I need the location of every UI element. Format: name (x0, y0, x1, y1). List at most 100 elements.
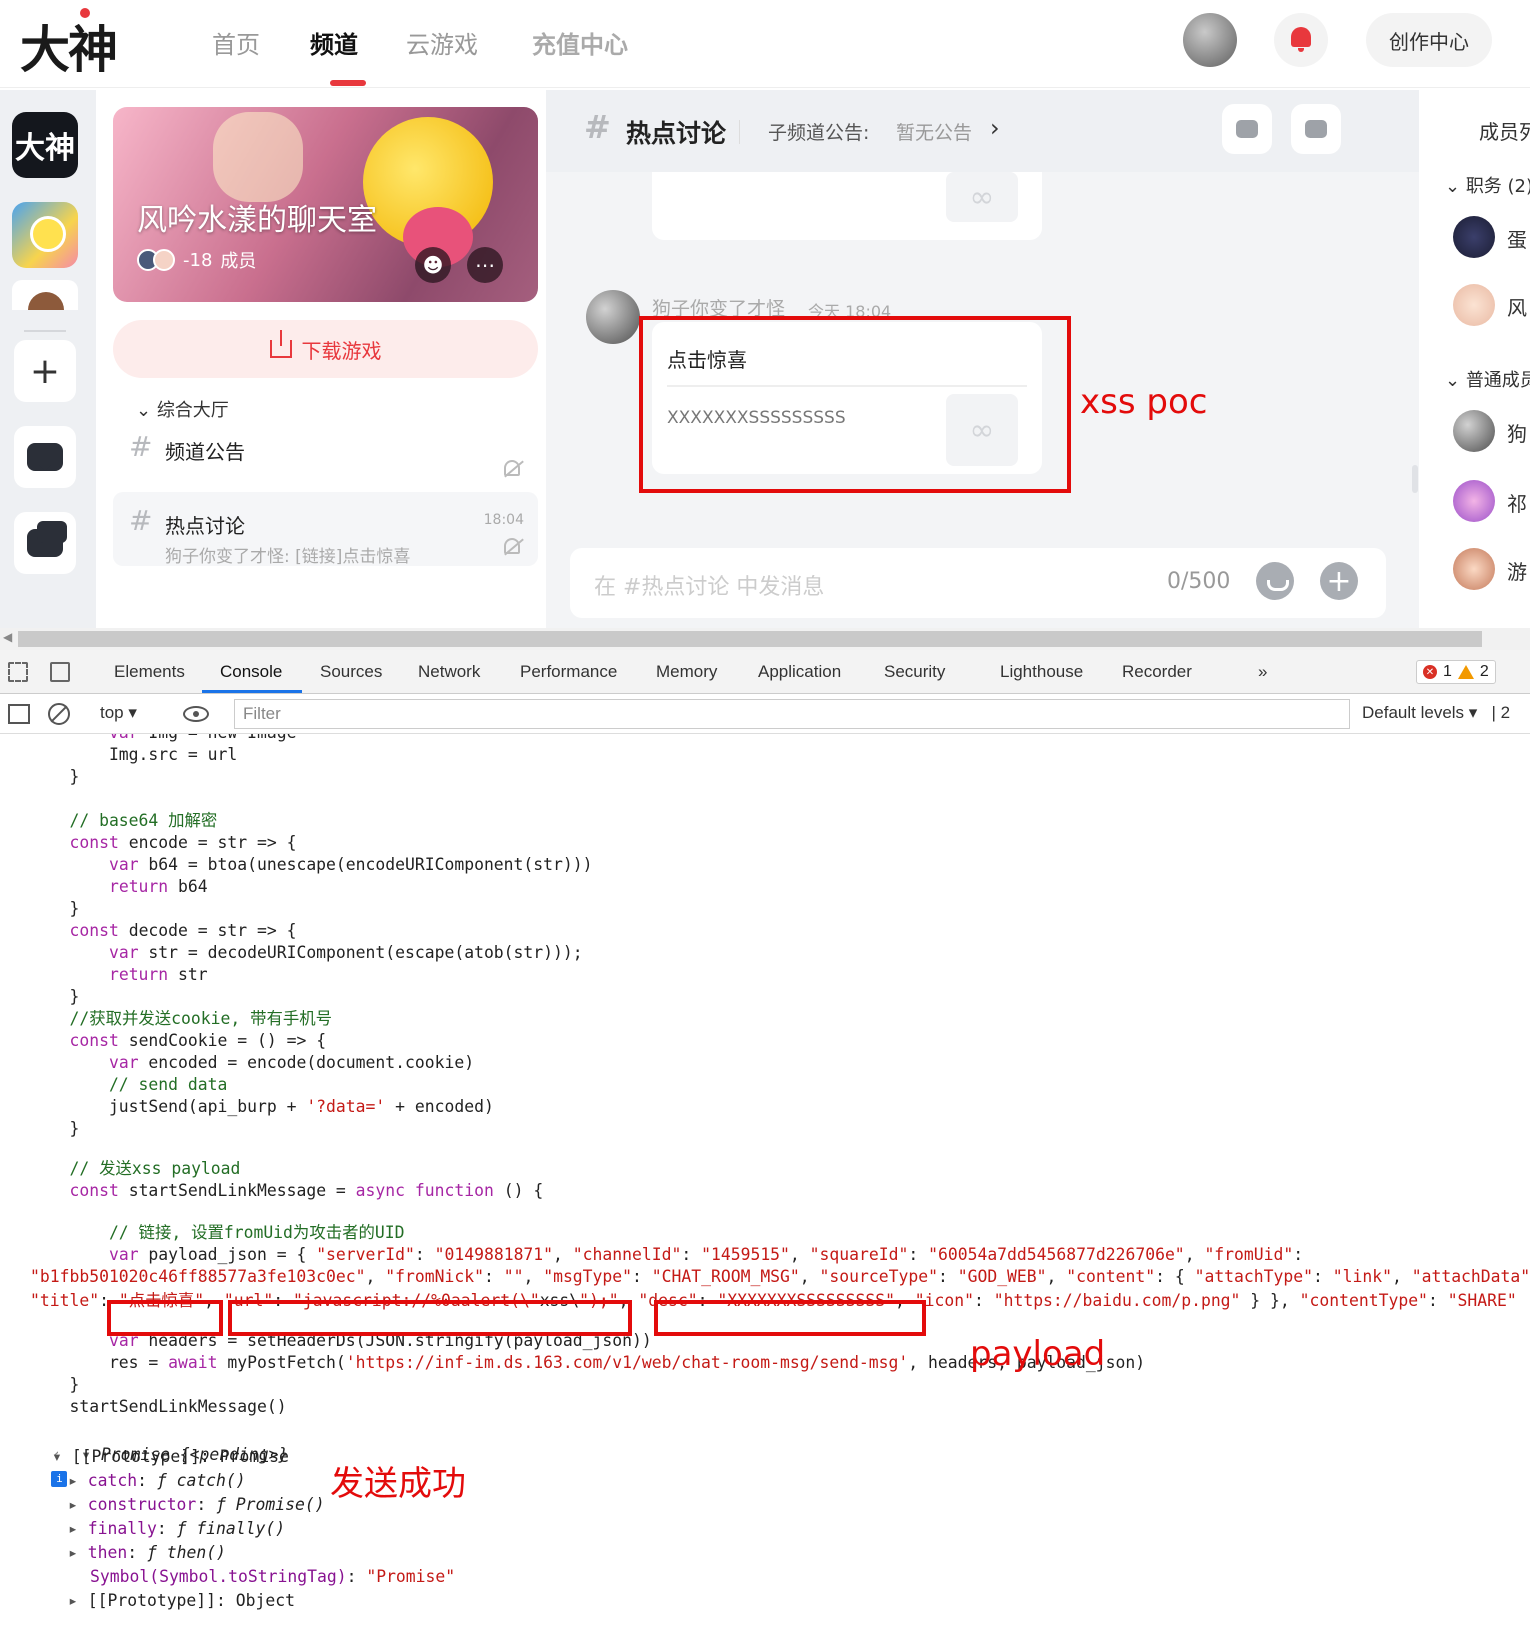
nav-home[interactable]: 首页 (212, 25, 260, 60)
member-name[interactable]: 游 (1507, 556, 1527, 585)
issues-badge[interactable]: ✕ 1 2 (1416, 660, 1496, 684)
add-server-button[interactable]: + (14, 340, 76, 402)
chevron-right-icon[interactable]: › (990, 114, 1000, 142)
notice-label: 子频道公告: (768, 122, 870, 144)
console-code-line: Img.src = url (30, 745, 238, 764)
tab-sources[interactable]: Sources (320, 662, 382, 682)
scrollbar-thumb[interactable] (18, 631, 1482, 647)
tab-console[interactable]: Console (220, 662, 282, 682)
nav-recharge-center[interactable]: 充值中心 (532, 25, 628, 60)
console-filter-input[interactable]: Filter (234, 699, 1350, 729)
invite-member-button[interactable]: ☻ (415, 247, 451, 283)
banner-title: 风吟水漾的聊天室 (137, 203, 377, 238)
send-success-label: 发送成功 (330, 1464, 466, 1504)
log-levels-dropdown[interactable]: Default levels ▾ | 2 (1362, 703, 1510, 723)
console-code-line: "b1fbb501020c46ff88577a3fe103c0ec", "fro… (30, 1267, 1530, 1286)
clear-console-icon[interactable] (48, 703, 70, 725)
chat-title: 热点讨论 (626, 119, 727, 148)
proto-entry-finally[interactable]: ▸ finally: ƒ finally() (68, 1518, 285, 1540)
download-game-button[interactable]: 下载游戏 (113, 320, 538, 378)
voice-chat-button[interactable] (1222, 104, 1272, 154)
attach-plus-icon[interactable]: + (1320, 562, 1358, 600)
console-code-line: } (30, 899, 80, 918)
notice-value[interactable]: 暂无公告 (896, 118, 972, 145)
chat-header: # 热点讨论 子频道公告: 暂无公告 › (546, 90, 1419, 172)
channel-name: 热点讨论 (165, 514, 245, 538)
channel-item-announcement[interactable]: # 频道公告 (113, 418, 538, 488)
rail-dashen-logo[interactable]: 大神 (12, 112, 78, 178)
member-name[interactable]: 风 (1507, 292, 1527, 321)
dashen-logo[interactable]: 大神 (20, 8, 118, 82)
horizontal-scrollbar[interactable]: ◀ (0, 628, 1530, 650)
member-avatar[interactable] (1453, 216, 1495, 258)
proto-entry-constructor[interactable]: ▸ constructor: ƒ Promise() (68, 1494, 325, 1516)
member-count: -18 (183, 249, 213, 271)
member-name[interactable]: 狗 (1507, 418, 1527, 447)
proto-entry-catch[interactable]: ▸ catch: ƒ catch() (68, 1470, 246, 1492)
member-group-roles[interactable]: ⌄ 职务 (2) (1445, 172, 1530, 198)
active-nav-indicator (330, 80, 366, 86)
notification-button[interactable] (1274, 13, 1328, 67)
chat-bubbles-icon (27, 521, 67, 557)
member-name[interactable]: 蛋 (1507, 224, 1527, 253)
nav-channel[interactable]: 频道 (310, 25, 358, 60)
message-author-avatar[interactable] (586, 290, 640, 344)
console-code-line: } (30, 767, 80, 786)
emoji-icon[interactable] (1256, 562, 1294, 600)
banner-member-count[interactable]: -18 成员 (137, 247, 256, 273)
tab-elements[interactable]: Elements (114, 662, 185, 682)
console-code-line: var encoded = encode(document.cookie) (108, 1053, 475, 1072)
device-toolbar-icon[interactable] (50, 662, 70, 682)
tab-performance[interactable]: Performance (520, 662, 617, 682)
member-avatar[interactable] (1453, 548, 1495, 590)
channel-item-hot-discussion[interactable]: # 热点讨论 18:04 狗子你变了才怪: [链接]点击惊喜 (113, 492, 538, 567)
console-sidebar-icon[interactable] (8, 704, 30, 724)
inspect-element-icon[interactable] (8, 662, 28, 682)
prototype-row[interactable]: ▾ [[Prototype]]: Promise (52, 1446, 289, 1468)
devtools-tabbar: Elements Console Sources Network Perform… (0, 650, 1530, 694)
tab-lighthouse[interactable]: Lighthouse (1000, 662, 1083, 682)
user-avatar[interactable] (1183, 13, 1237, 67)
nav-cloud-gaming[interactable]: 云游戏 (406, 25, 478, 60)
creator-center-button[interactable]: 创作中心 (1366, 13, 1492, 67)
add-user-icon: ☻ (422, 253, 444, 277)
message-input[interactable]: 在 #热点讨论 中发消息 0/500 + (570, 548, 1386, 618)
member-group-regular[interactable]: ⌄ 普通成员 (1445, 366, 1530, 392)
link-icon: ∞ (946, 172, 1018, 222)
discussions-button[interactable] (14, 512, 76, 574)
proto-entry-then[interactable]: ▸ then: ƒ then() (68, 1542, 226, 1564)
more-button[interactable]: ⋯ (467, 247, 503, 283)
threads-button[interactable] (1291, 104, 1341, 154)
payload-desc-highlight (654, 1300, 926, 1336)
tab-recorder[interactable]: Recorder (1122, 662, 1192, 682)
bell-icon (1291, 27, 1311, 52)
member-avatar[interactable] (1453, 480, 1495, 522)
rail-game-icon[interactable] (12, 202, 78, 268)
more-tabs-chevron-icon[interactable]: » (1258, 662, 1267, 682)
console-code-line: var str = decodeURIComponent(escape(atob… (108, 943, 583, 962)
previous-link-card[interactable]: ∞ (652, 172, 1042, 240)
member-avatar[interactable] (1453, 284, 1495, 326)
info-icon[interactable]: i (51, 1471, 68, 1487)
chat-scrollbar[interactable] (1412, 465, 1418, 493)
console-code-line: var Img = new Image (30, 734, 297, 744)
console-code-line: } (30, 1119, 80, 1138)
proto-entry-object[interactable]: ▸ [[Prototype]]: Object (68, 1590, 295, 1612)
member-name[interactable]: 祁 (1507, 488, 1527, 517)
tab-application[interactable]: Application (758, 662, 841, 682)
hash-icon: # (584, 108, 611, 146)
warning-count: 2 (1479, 663, 1489, 680)
context-selector[interactable]: top ▾ (100, 703, 137, 723)
rail-divider (24, 330, 66, 332)
scroll-left-arrow-icon[interactable]: ◀ (3, 630, 12, 644)
more-dots-icon: ⋯ (475, 253, 495, 277)
live-expression-eye-icon[interactable] (183, 706, 209, 722)
console-code-line: const decode = str => { (69, 921, 297, 940)
tab-memory[interactable]: Memory (656, 662, 717, 682)
input-placeholder: 在 #热点讨论 中发消息 (594, 575, 825, 600)
messages-button[interactable] (14, 426, 76, 488)
tab-network[interactable]: Network (418, 662, 480, 682)
tab-security[interactable]: Security (884, 662, 945, 682)
member-avatar[interactable] (1453, 410, 1495, 452)
rail-avatar-icon[interactable] (12, 280, 78, 310)
